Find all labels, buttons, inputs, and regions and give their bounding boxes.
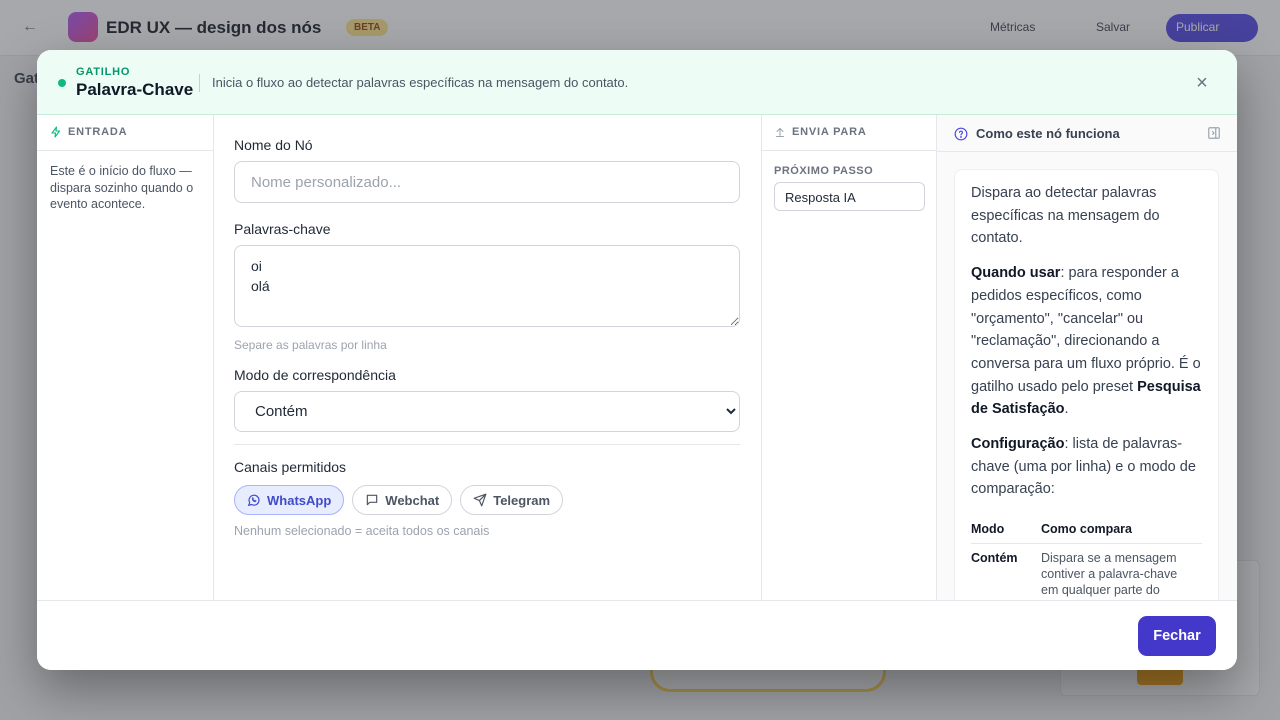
channels-label: Canais permitidos — [234, 459, 347, 475]
help-usage-text: : para responder a pedidos específicos, … — [971, 265, 1201, 395]
channels-hint: Nenhum selecionado = aceita todos os can… — [234, 524, 490, 538]
help-paragraph-intro: Dispara ao detectar palavras específicas… — [971, 185, 1160, 247]
help-title: Como este nó funciona — [976, 126, 1120, 141]
help-paragraph-usage: Quando usar: para responder a pedidos es… — [971, 262, 1202, 421]
envia-title-text: ENVIA PARA — [792, 126, 867, 138]
modal-header: GATILHO Palavra-Chave Inicia o fluxo ao … — [37, 50, 1237, 115]
match-mode-select[interactable]: Contém — [234, 391, 740, 432]
entrada-column: ENTRADA Este é o início do fluxo — dispa… — [37, 115, 214, 600]
match-mode-label: Modo de correspondência — [234, 367, 396, 383]
table-header-mode: Modo — [971, 517, 1041, 545]
channel-chip-telegram[interactable]: Telegram — [460, 485, 564, 515]
entrada-title: ENTRADA — [50, 126, 127, 138]
channel-chip-label: Webchat — [385, 492, 440, 508]
table-header-row: Modo Como compara — [971, 517, 1202, 545]
form-divider — [234, 444, 740, 445]
help-usage-end: . — [1064, 401, 1069, 418]
next-step-value[interactable]: Resposta IA — [774, 182, 925, 211]
next-step-label: PRÓXIMO PASSO — [774, 165, 874, 177]
keywords-textarea[interactable]: oi olá — [234, 245, 740, 327]
table-row: Contém Dispara se a mensagem contiver a … — [971, 544, 1202, 599]
channel-chip-label: WhatsApp — [267, 492, 332, 508]
channel-chip-whatsapp[interactable]: WhatsApp — [234, 485, 345, 515]
modal-footer: Fechar — [37, 600, 1237, 670]
help-divider — [937, 151, 1237, 152]
keywords-hint: Separe as palavras por linha — [234, 338, 387, 352]
form-column: Nome do Nó Palavras-chave oi olá Separe … — [214, 115, 761, 600]
table-cell-mode: Contém — [971, 551, 1018, 566]
entrada-title-text: ENTRADA — [68, 126, 128, 138]
help-content: Dispara ao detectar palavras específicas… — [954, 169, 1219, 609]
close-button[interactable]: Fechar — [1138, 616, 1216, 656]
entrada-divider — [37, 150, 214, 151]
help-usage-title: Quando usar — [971, 265, 1061, 282]
upload-arrow-icon — [776, 127, 784, 137]
paper-plane-icon — [473, 493, 487, 507]
help-paragraph-config: Configuração: lista de palavras-chave (u… — [971, 433, 1202, 501]
help-panel: Como este nó funciona Dispara ao detecta… — [937, 115, 1237, 609]
whatsapp-icon — [247, 494, 260, 507]
channel-chip-label: Telegram — [493, 492, 551, 508]
help-circle-icon — [954, 127, 968, 140]
lightning-icon — [51, 126, 61, 138]
channels-chip-group: WhatsApp Webchat Telegram — [234, 485, 564, 515]
envia-title: ENVIA PARA — [774, 126, 867, 138]
help-header: Como este nó funciona — [954, 126, 1120, 141]
status-dot — [58, 79, 66, 87]
node-description: Inicia o fluxo ao detectar palavras espe… — [212, 75, 629, 90]
table-cell-description: Dispara se a mensagem contiver a palavra… — [1041, 551, 1178, 598]
keywords-label: Palavras-chave — [234, 221, 331, 237]
close-icon[interactable]: × — [1191, 72, 1213, 94]
envia-column: ENVIA PARA PRÓXIMO PASSO Resposta IA — [761, 115, 938, 600]
collapse-panel-icon[interactable] — [1207, 126, 1221, 140]
node-title: Palavra-Chave — [76, 80, 194, 99]
match-modes-table: Modo Como compara Contém Dispara se a me… — [971, 517, 1202, 598]
node-config-modal: GATILHO Palavra-Chave Inicia o fluxo ao … — [37, 50, 1237, 670]
channel-chip-webchat[interactable]: Webchat — [352, 485, 453, 515]
chat-bubble-icon — [367, 494, 378, 506]
help-config-title: Configuração — [971, 436, 1065, 453]
node-name-input[interactable] — [234, 161, 740, 203]
entrada-description: Este é o início do fluxo — dispara sozin… — [50, 164, 194, 211]
table-header-compare: Como compara — [1041, 517, 1202, 545]
node-name-label: Nome do Nó — [234, 137, 313, 153]
node-kind-label: GATILHO — [76, 66, 131, 78]
header-divider — [199, 74, 200, 92]
envia-divider — [762, 150, 938, 151]
